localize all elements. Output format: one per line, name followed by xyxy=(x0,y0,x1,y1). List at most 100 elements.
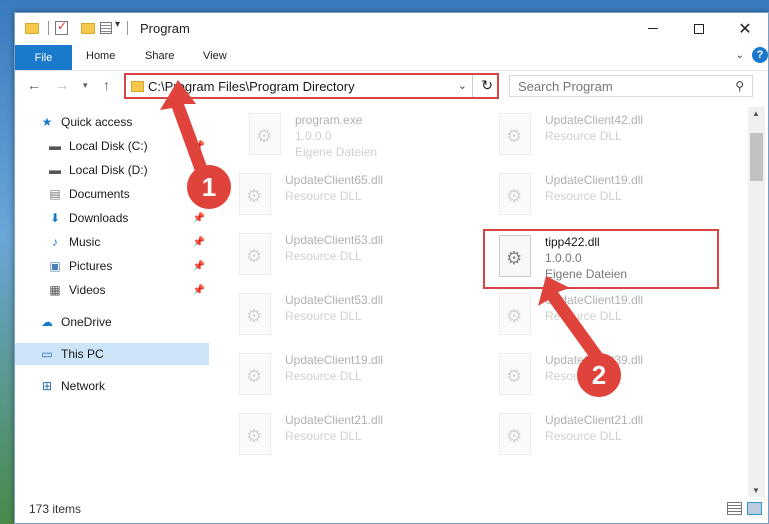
file-description: Resource DLL xyxy=(545,429,622,443)
list-item[interactable]: UpdateClient53.dll Resource DLL xyxy=(225,289,465,347)
sidebar-item-network[interactable]: ⊞ Network xyxy=(39,375,209,397)
sidebar-item-onedrive[interactable]: ☁ OneDrive xyxy=(39,311,209,333)
customize-icon[interactable] xyxy=(100,22,112,34)
sidebar-item-music[interactable]: ♪ Music 📌 xyxy=(47,231,209,253)
sidebar-item-label: Local Disk (C:) xyxy=(69,139,148,153)
file-icon xyxy=(239,293,271,335)
pin-icon: 📌 xyxy=(192,284,205,296)
list-item[interactable]: UpdateClient65.dll Resource DLL xyxy=(225,169,465,227)
step-marker-1: 1 xyxy=(187,165,231,209)
ribbon: File Home Share View ⌄ ? xyxy=(15,44,768,71)
folder-icon xyxy=(25,23,39,34)
details-view-icon[interactable] xyxy=(727,502,742,515)
navigation-row: ← → ▾ ↑ C:\Program Files\Program Directo… xyxy=(15,71,768,101)
file-icon xyxy=(499,173,531,215)
search-icon[interactable]: ⚲ xyxy=(735,79,744,93)
sidebar-item-label: Network xyxy=(61,379,106,393)
list-item[interactable]: UpdateClient42.dll Resource DLL xyxy=(485,109,725,167)
file-name: UpdateClient42.dll xyxy=(545,113,644,127)
explorer-window: ▾ Program ✕ File Home Share View ⌄ ? ← →… xyxy=(14,12,769,524)
file-name: UpdateClient63.dll xyxy=(285,233,384,247)
scroll-thumb[interactable] xyxy=(750,133,763,181)
picture-icon: ▣ xyxy=(49,259,61,273)
file-name: UpdateClient65.dll xyxy=(285,173,384,187)
sidebar-item-label: Music xyxy=(69,235,101,249)
title-bar: ▾ Program ✕ xyxy=(15,13,768,44)
file-name: UpdateClient21.dll xyxy=(285,413,384,427)
scroll-down-icon[interactable]: ▼ xyxy=(752,486,760,495)
computer-icon: ▭ xyxy=(41,347,53,361)
search-placeholder: Search Program xyxy=(518,79,613,94)
list-item[interactable]: UpdateClient19.dll Resource DLL xyxy=(485,169,725,227)
help-icon[interactable]: ? xyxy=(752,47,768,63)
file-description: Resource DLL xyxy=(285,369,362,383)
list-item[interactable]: UpdateClient21.dll Resource DLL xyxy=(485,409,725,467)
file-icon xyxy=(499,293,531,335)
divider xyxy=(127,21,128,35)
close-button[interactable]: ✕ xyxy=(722,13,768,44)
video-icon: ▦ xyxy=(49,283,61,297)
sidebar-item-downloads[interactable]: ⬇ Downloads 📌 xyxy=(47,207,209,229)
list-item[interactable]: program.exe 1.0.0.0 Eigene Dateien xyxy=(235,109,475,167)
scroll-up-icon[interactable]: ▲ xyxy=(752,109,760,118)
search-input[interactable]: Search Program ⚲ xyxy=(509,75,753,97)
maximize-button[interactable] xyxy=(676,13,722,44)
large-icons-view-icon[interactable] xyxy=(747,502,762,515)
cloud-icon: ☁ xyxy=(41,315,53,329)
minimize-button[interactable] xyxy=(630,13,676,44)
file-icon xyxy=(249,113,281,155)
chevron-down-icon[interactable]: ⌄ xyxy=(458,79,467,92)
new-folder-icon[interactable] xyxy=(81,23,95,34)
file-description: Resource DLL xyxy=(285,309,362,323)
refresh-icon[interactable]: ↻ xyxy=(481,77,493,94)
file-name: program.exe xyxy=(295,113,363,127)
list-item[interactable]: UpdateClient63.dll Resource DLL xyxy=(225,229,465,287)
sidebar-item-this-pc[interactable]: ▭ This PC xyxy=(15,343,209,365)
file-description: Resource DLL xyxy=(545,129,622,143)
step-marker-2: 2 xyxy=(577,353,621,397)
file-icon xyxy=(239,353,271,395)
tab-share[interactable]: Share xyxy=(145,50,174,62)
sidebar-item-pictures[interactable]: ▣ Pictures 📌 xyxy=(47,255,209,277)
up-button[interactable]: ↑ xyxy=(103,77,110,93)
sidebar-item-label: Videos xyxy=(69,283,106,297)
file-icon xyxy=(239,413,271,455)
sidebar-item-label: Downloads xyxy=(69,211,129,225)
tab-view[interactable]: View xyxy=(203,50,227,62)
file-name: UpdateClient21.dll xyxy=(545,413,644,427)
pin-icon: 📌 xyxy=(192,260,205,272)
sidebar-item-label: Local Disk (D:) xyxy=(69,163,148,177)
tab-home[interactable]: Home xyxy=(86,50,115,62)
file-name: tipp422.dll xyxy=(545,235,600,249)
sidebar-item-label: Pictures xyxy=(69,259,113,273)
back-button[interactable]: ← xyxy=(27,77,41,93)
chevron-down-icon[interactable]: ▾ xyxy=(115,19,120,35)
file-description: Resource DLL xyxy=(545,189,622,203)
pin-icon: 📌 xyxy=(192,212,205,224)
vertical-scrollbar[interactable]: ▲ ▼ xyxy=(748,107,765,497)
gear-file-icon xyxy=(499,235,531,277)
file-description: Resource DLL xyxy=(285,429,362,443)
recent-locations-button[interactable]: ▾ xyxy=(83,80,88,91)
document-icon: ▤ xyxy=(49,187,61,201)
sidebar-item-videos[interactable]: ▦ Videos 📌 xyxy=(47,279,209,301)
file-description: Resource DLL xyxy=(285,189,362,203)
sidebar-item-label: Quick access xyxy=(61,115,133,129)
pin-icon: 📌 xyxy=(192,236,205,248)
sidebar-item-label: This PC xyxy=(61,347,104,361)
file-icon xyxy=(239,173,271,215)
chevron-down-icon[interactable]: ⌄ xyxy=(736,50,744,61)
file-name: UpdateClient19.dll xyxy=(285,353,384,367)
star-icon: ★ xyxy=(41,115,53,129)
status-bar: 173 items xyxy=(15,497,768,523)
properties-check-icon[interactable] xyxy=(55,19,68,35)
sidebar-item-label: OneDrive xyxy=(61,315,112,329)
list-item[interactable]: UpdateClient19.dll Resource DLL xyxy=(225,349,465,407)
forward-button[interactable]: → xyxy=(55,77,69,93)
file-icon xyxy=(499,413,531,455)
list-item[interactable]: UpdateClient21.dll Resource DLL xyxy=(225,409,465,467)
tab-file[interactable]: File xyxy=(15,45,72,70)
music-icon: ♪ xyxy=(52,235,58,249)
file-list: program.exe 1.0.0.0 Eigene Dateien Updat… xyxy=(225,107,747,497)
file-icon xyxy=(499,353,531,395)
